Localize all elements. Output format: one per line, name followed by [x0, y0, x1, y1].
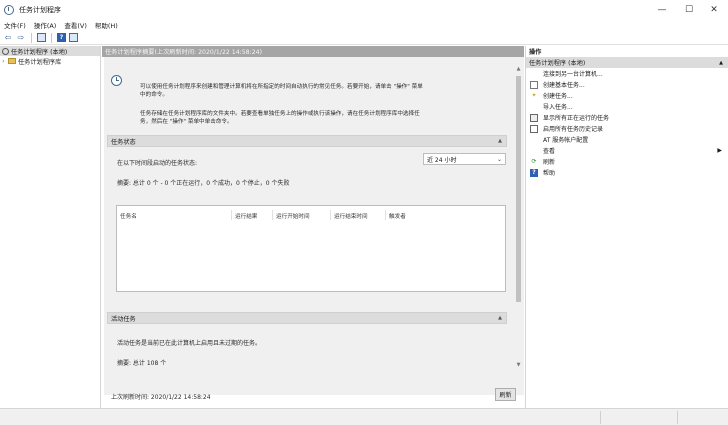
status-bar [0, 408, 728, 425]
action-label: 创建基本任务... [543, 82, 585, 89]
action-at-service-config[interactable]: AT 服务帐户配置 [526, 134, 728, 145]
collapse-icon[interactable]: ▲ [498, 315, 502, 321]
maximize-button[interactable]: ☐ [675, 0, 703, 19]
column-divider [330, 210, 331, 220]
column-header-run-result[interactable]: 运行结果 [235, 212, 257, 220]
actions-group-header[interactable]: 任务计划程序 (本地) ▲ [526, 57, 728, 68]
scroll-up-icon[interactable]: ▲ [514, 66, 523, 74]
last-refresh-time: 上次刷新时间: 2020/1/22 14:58:24 [111, 394, 211, 401]
active-tasks-description: 活动任务是当前已在此计算机上启用且未过期的任务。 [117, 340, 262, 347]
window-title: 任务计划程序 [19, 5, 61, 14]
tree-item-task-scheduler-library[interactable]: › 任务计划程序库 [0, 56, 100, 66]
collapse-icon[interactable]: ▲ [498, 138, 502, 144]
action-label: 查看 [543, 148, 556, 155]
action-refresh[interactable]: ⟳ 刷新 [526, 156, 728, 167]
action-show-running-tasks[interactable]: 显示所有正在运行的任务 [526, 112, 728, 123]
action-label: 刷新 [543, 159, 556, 166]
toolbar: ⇦ ⇨ ? [0, 31, 728, 45]
column-header-task-name[interactable]: 任务名 [120, 212, 137, 220]
action-label: 启用所有任务历史记录 [543, 126, 604, 133]
tree-item-label: 任务计划程序 (本地) [11, 48, 68, 56]
intro-text-line: 务，然后在 "操作" 菜单中单击命令。 [140, 119, 233, 125]
title-bar: 任务计划程序 — ☐ ✕ [0, 0, 728, 19]
action-label: 创建任务... [543, 93, 573, 100]
menu-bar: 文件(F) 操作(A) 查看(V) 帮助(H) [0, 19, 728, 31]
active-tasks-summary: 摘要: 总计 108 个 [117, 360, 167, 367]
status-period-label: 在以下时间段启动的任务状态: [117, 160, 198, 167]
wizard-icon [530, 80, 538, 89]
column-header-run-start[interactable]: 运行开始时间 [276, 212, 310, 220]
chevron-down-icon: ⌄ [496, 155, 502, 163]
action-enable-history[interactable]: 启用所有任务历史记录 [526, 123, 728, 134]
column-header-run-end[interactable]: 运行结束时间 [334, 212, 368, 220]
tree-item-task-scheduler-local[interactable]: 任务计划程序 (本地) [0, 46, 100, 56]
summary-scrollbar[interactable]: ▲ ▼ [514, 66, 523, 378]
console-tree: 任务计划程序 (本地) › 任务计划程序库 [0, 46, 101, 408]
show-hide-console-tree-icon[interactable] [37, 33, 46, 42]
folder-icon [8, 58, 16, 64]
action-view[interactable]: 查看 ▶ [526, 145, 728, 156]
task-status-section-header[interactable]: 任务状态 ▲ [107, 135, 507, 147]
summary-pane: 任务计划程序摘要(上次刷新时间: 2020/1/22 14:58:24) 可以使… [102, 46, 524, 408]
action-label: 连接到另一台计算机... [543, 71, 603, 78]
status-bar-divider [677, 411, 678, 424]
action-import-task[interactable]: 导入任务... [526, 101, 728, 112]
active-tasks-section-header[interactable]: 活动任务 ▲ [107, 312, 507, 324]
scroll-down-icon[interactable]: ▼ [514, 362, 523, 370]
toolbar-divider [51, 32, 52, 43]
menu-help[interactable]: 帮助(H) [91, 20, 122, 30]
chevron-right-icon[interactable]: › [0, 58, 7, 65]
toolbar-divider [31, 32, 32, 43]
show-hide-action-pane-icon[interactable] [69, 33, 78, 42]
column-divider [385, 210, 386, 220]
action-label: AT 服务帐户配置 [543, 137, 589, 144]
column-header-triggered-by[interactable]: 触发者 [389, 212, 406, 220]
actions-group-label: 任务计划程序 (本地) [529, 60, 586, 67]
new-task-icon: ✦ [531, 92, 537, 99]
menu-file[interactable]: 文件(F) [0, 20, 30, 30]
forward-arrow-icon[interactable]: ⇨ [16, 33, 26, 43]
column-divider [272, 210, 273, 220]
intro-text-line: 任务存储在任务计划程序库的文件夹中。若要查看单独任务上的操作或执行该操作，请在任… [140, 111, 420, 117]
action-create-task[interactable]: ✦ 创建任务... [526, 90, 728, 101]
actions-pane-title: 操作 [529, 49, 542, 56]
column-divider [231, 210, 232, 220]
status-bar-divider [600, 411, 601, 424]
scrollbar-thumb[interactable] [516, 76, 521, 302]
history-icon [530, 124, 538, 133]
help-icon: ? [530, 168, 538, 177]
section-title: 活动任务 [111, 315, 136, 323]
minimize-button[interactable]: — [648, 0, 676, 19]
tree-item-label: 任务计划程序库 [18, 58, 62, 66]
running-tasks-icon [530, 113, 538, 122]
help-icon[interactable]: ? [57, 33, 66, 42]
action-label: 显示所有正在运行的任务 [543, 115, 610, 122]
collapse-icon[interactable]: ▲ [719, 60, 723, 66]
submenu-arrow-icon: ▶ [717, 147, 722, 154]
menu-action[interactable]: 操作(A) [30, 20, 61, 30]
refresh-button[interactable]: 刷新 [495, 388, 516, 401]
summary-header: 任务计划程序摘要(上次刷新时间: 2020/1/22 14:58:24) [102, 46, 524, 57]
action-create-basic-task[interactable]: 创建基本任务... [526, 79, 728, 90]
dropdown-value: 近 24 小时 [427, 156, 457, 164]
clock-icon [111, 75, 122, 86]
action-help[interactable]: ? 帮助 [526, 167, 728, 178]
task-status-table: 任务名 运行结果 运行开始时间 运行结束时间 触发者 [116, 205, 506, 292]
actions-pane: 操作 任务计划程序 (本地) ▲ 连接到另一台计算机... 创建基本任务... … [525, 46, 728, 408]
menu-view[interactable]: 查看(V) [60, 20, 91, 30]
status-period-dropdown[interactable]: 近 24 小时 ⌄ [423, 153, 506, 165]
intro-text-line: 中的命令。 [140, 92, 168, 98]
task-scheduler-app-icon [4, 4, 14, 15]
action-connect-computer[interactable]: 连接到另一台计算机... [526, 68, 728, 79]
status-summary: 摘要: 总计 0 个 - 0 个正在运行，0 个成功，0 个停止，0 个失败 [117, 180, 290, 187]
refresh-icon: ⟳ [531, 158, 537, 165]
clock-icon [2, 47, 9, 55]
back-arrow-icon[interactable]: ⇦ [3, 33, 13, 43]
action-label: 帮助 [543, 170, 556, 177]
action-label: 导入任务... [543, 104, 573, 111]
close-button[interactable]: ✕ [700, 0, 728, 19]
intro-text-line: 可以使用任务计划程序来创建和管理计算机将在所指定的时间自动执行的常见任务。若要开… [140, 84, 423, 90]
section-title: 任务状态 [111, 138, 136, 146]
